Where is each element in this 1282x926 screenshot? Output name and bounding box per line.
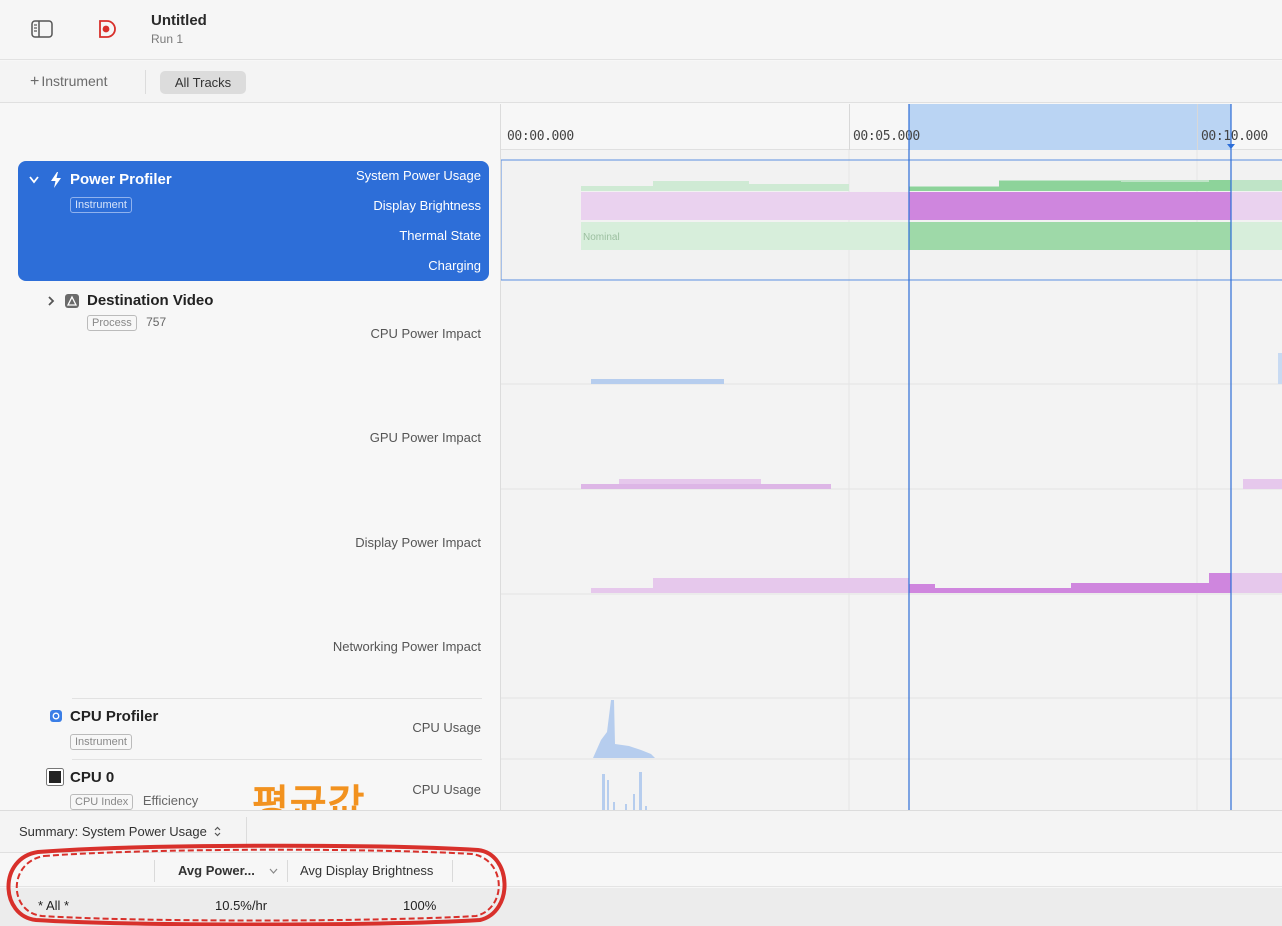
cpu0-usage-graph — [602, 772, 647, 810]
cpu-index-badge: CPU Index — [70, 794, 134, 810]
sidebar-icon — [31, 20, 53, 38]
playhead-marker-icon — [1227, 144, 1235, 149]
document-title: Untitled — [151, 12, 207, 29]
lane-label-thermal-state: Thermal State — [399, 228, 481, 243]
app-icon — [65, 294, 79, 308]
lane-label-gpu-power-impact: GPU Power Impact — [369, 430, 481, 445]
track-name: Power Profiler — [70, 171, 172, 188]
track-list: Power Profiler Instrument System Power U… — [0, 104, 500, 810]
run-label: Run 1 — [151, 32, 184, 46]
track-name: CPU Profiler — [70, 708, 159, 725]
plus-icon: + — [30, 73, 40, 90]
highlight-circle — [6, 843, 507, 926]
record-icon — [99, 20, 116, 38]
process-badge: Process — [87, 315, 137, 331]
cpu-profiler-icon — [50, 710, 62, 722]
display-power-impact-graph — [591, 573, 1282, 593]
track-destination-video[interactable]: Destination Video Process 757 CPU Power … — [0, 281, 500, 701]
lane-label-display-power-impact: Display Power Impact — [355, 535, 481, 550]
chevron-down-icon[interactable] — [28, 175, 40, 185]
thermal-state-graph: Nominal — [581, 222, 1282, 250]
track-name: Destination Video — [87, 292, 214, 309]
timeline-area[interactable]: 00:00.000 00:05.000 00:10.000 Nominal — [500, 104, 1282, 810]
title-bar: Untitled Run 1 — [0, 0, 1282, 60]
add-instrument-button[interactable]: + Instrument — [30, 73, 107, 91]
lane-label-cpu-usage: CPU Usage — [412, 720, 481, 735]
all-tracks-button[interactable]: All Tracks — [160, 71, 246, 94]
record-button[interactable] — [90, 14, 122, 44]
bolt-icon — [51, 172, 61, 188]
lane-label-networking-power-impact: Networking Power Impact — [332, 639, 481, 654]
cpu-profiler-usage-graph — [593, 700, 655, 758]
display-brightness-graph — [581, 192, 1282, 220]
track-cpu-profiler[interactable]: CPU Profiler Instrument CPU Usage — [0, 699, 500, 759]
chevron-right-icon[interactable] — [46, 295, 56, 307]
track-power-profiler[interactable]: Power Profiler Instrument System Power U… — [18, 161, 489, 281]
updown-chevron-icon — [215, 826, 221, 837]
lane-label-charging: Charging — [428, 258, 481, 273]
toolbar: + Instrument All Tracks — [0, 61, 1282, 103]
instrument-badge: Instrument — [70, 734, 132, 750]
gpu-power-impact-graph — [581, 479, 1282, 489]
summary-selector[interactable]: Summary: System Power Usage — [19, 824, 221, 839]
process-id: 757 — [146, 315, 167, 329]
track-cpu0[interactable]: CPU 0 CPU Index Efficiency CPU Usage — [0, 760, 500, 810]
add-instrument-label: Instrument — [41, 73, 108, 89]
thermal-state-value: Nominal — [583, 232, 620, 243]
core-type-label: Efficiency — [142, 793, 199, 808]
toolbar-divider — [145, 70, 146, 94]
summary-selector-label: Summary: System Power Usage — [19, 824, 207, 839]
cpu-power-impact-graph — [591, 353, 1282, 384]
lane-label-display-brightness: Display Brightness — [373, 198, 481, 213]
sidebar-toggle-button[interactable] — [26, 14, 58, 44]
chip-icon — [46, 768, 64, 786]
instrument-badge: Instrument — [70, 197, 132, 213]
lane-label-cpu-usage: CPU Usage — [412, 782, 481, 797]
track-graphs: Nominal — [501, 104, 1282, 810]
track-name: CPU 0 — [70, 769, 115, 786]
lane-label-system-power-usage: System Power Usage — [356, 168, 481, 183]
lane-label-cpu-power-impact: CPU Power Impact — [370, 326, 481, 341]
